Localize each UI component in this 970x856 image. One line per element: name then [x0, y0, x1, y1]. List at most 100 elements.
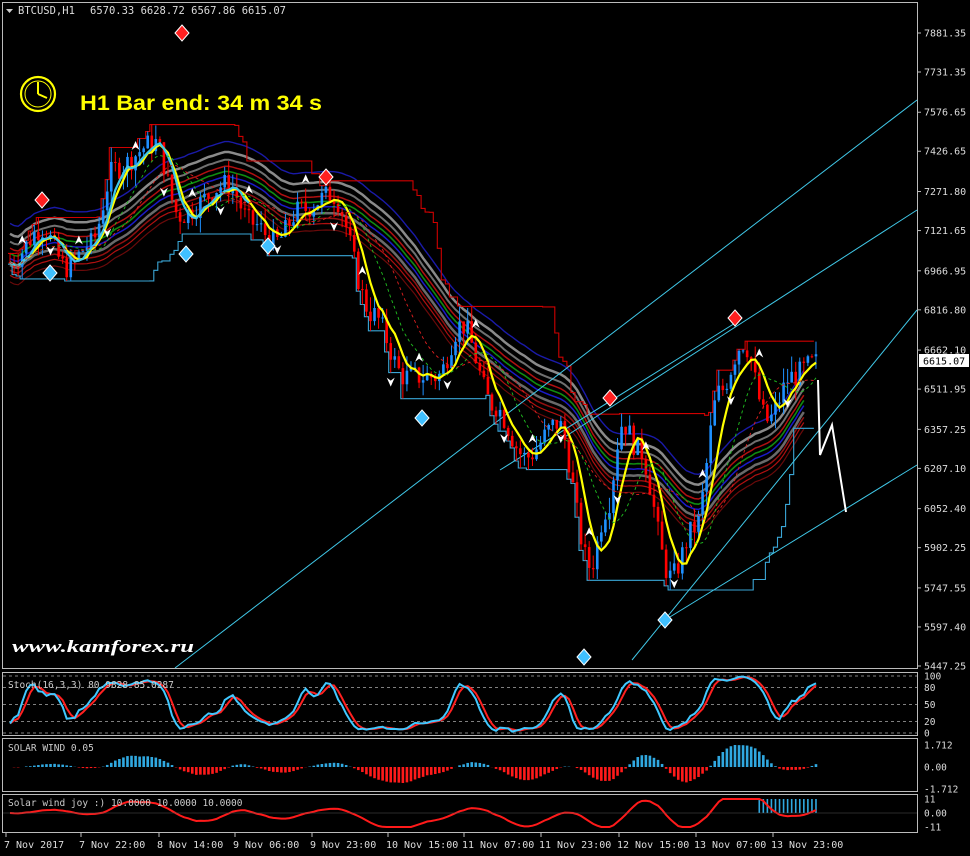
candle-body	[753, 361, 757, 373]
candle-body	[288, 220, 291, 226]
candle-body	[16, 266, 20, 268]
candle-body	[802, 361, 806, 363]
bar-timer-label: H1 Bar end: 34 m 34 s	[80, 92, 322, 115]
candle-body	[624, 426, 627, 435]
candle-body	[656, 506, 660, 522]
time-tick-label: 10 Nov 15:00	[386, 840, 458, 851]
candle-body	[243, 208, 247, 210]
candle-body	[648, 474, 652, 495]
candle-body	[33, 232, 36, 246]
candle-body	[770, 414, 773, 422]
candle-body	[81, 250, 85, 252]
candle-body	[389, 343, 393, 360]
time-tick-label: 13 Nov 23:00	[771, 840, 843, 851]
candle-body	[65, 258, 69, 278]
candle-body	[446, 364, 449, 369]
candle-body	[676, 563, 680, 574]
candle-body	[628, 425, 631, 435]
solar-level-label: 1.712	[924, 741, 953, 752]
candle-body	[555, 419, 559, 429]
candle-body	[814, 354, 818, 357]
candle-body	[138, 152, 141, 157]
time-tick-label: 9 Nov 06:00	[233, 840, 299, 851]
candle-body	[296, 201, 299, 223]
candle-body	[101, 210, 105, 224]
candle-body	[458, 321, 461, 342]
candle-body	[571, 472, 575, 483]
stoch-level-label: 80	[924, 683, 936, 694]
candle-body	[757, 372, 761, 400]
chart-header[interactable]: BTCUSD,H1 6570.33 6628.72 6567.86 6615.0…	[6, 5, 286, 17]
price-tick-label: 7271.80	[924, 187, 966, 198]
candle-body	[462, 321, 465, 334]
candle-body	[280, 236, 283, 238]
candle-body	[664, 549, 668, 578]
candle-body	[806, 356, 810, 363]
time-tick-label: 13 Nov 07:00	[694, 840, 766, 851]
candle-body	[551, 419, 555, 426]
candle-body	[514, 446, 518, 449]
candle-body	[689, 521, 692, 548]
candle-body	[575, 482, 579, 503]
candle-body	[223, 175, 226, 188]
candle-body	[506, 427, 510, 436]
candle-body	[591, 567, 595, 570]
candle-body	[729, 374, 733, 389]
candle-body	[182, 221, 186, 223]
candle-body	[810, 356, 814, 358]
candle-body	[547, 425, 550, 430]
candle-body	[502, 409, 506, 428]
candle-body	[745, 350, 749, 358]
candle-body	[539, 442, 542, 450]
candle-body	[482, 370, 486, 378]
candle-body	[324, 186, 328, 193]
candle-body	[713, 400, 717, 426]
candle-body	[733, 364, 737, 375]
candle-body	[255, 224, 259, 226]
trading-chart[interactable]: BTCUSD,H1 6570.33 6628.72 6567.86 6615.0…	[0, 0, 970, 856]
candle-body	[405, 370, 409, 385]
candle-body	[778, 402, 781, 404]
price-tick-label: 5597.40	[924, 622, 966, 633]
time-tick-label: 9 Nov 23:00	[310, 840, 376, 851]
candle-body	[652, 494, 656, 507]
candle-body	[114, 161, 117, 163]
candle-body	[259, 223, 263, 225]
time-tick-label: 11 Nov 23:00	[539, 840, 611, 851]
candle-body	[118, 162, 121, 179]
price-tick-label: 6511.95	[924, 385, 966, 396]
candle-body	[292, 222, 295, 226]
price-tick-label: 5747.55	[924, 583, 966, 594]
candle-body	[442, 364, 445, 374]
candle-body	[766, 404, 769, 422]
candle-body	[466, 321, 469, 334]
candle-body	[377, 307, 380, 318]
candle-body	[93, 233, 97, 238]
candle-body	[105, 191, 109, 211]
stoch-level-label: 0	[924, 729, 930, 740]
stoch-level-label: 20	[924, 717, 936, 728]
time-tick-label: 7 Nov 22:00	[79, 840, 145, 851]
candle-body	[174, 199, 178, 213]
candle-body	[247, 208, 251, 211]
candle-body	[531, 457, 534, 460]
candle-body	[717, 385, 721, 401]
candle-body	[397, 356, 401, 369]
price-tick-label: 5902.25	[924, 543, 966, 554]
candle-body	[454, 341, 457, 356]
price-tick-label: 7731.35	[924, 68, 966, 79]
candle-body	[348, 227, 352, 236]
candle-body	[762, 399, 765, 405]
price-tick-label: 6052.40	[924, 504, 966, 515]
time-tick-label: 12 Nov 15:00	[617, 840, 689, 851]
candle-body	[401, 368, 405, 385]
price-tick-label: 6207.10	[924, 464, 966, 475]
candle-body	[721, 385, 725, 391]
candle-body	[37, 232, 40, 241]
candle-body	[490, 394, 494, 411]
candle-body	[28, 241, 32, 246]
candle-body	[737, 350, 741, 365]
candle-body	[685, 547, 688, 549]
watermark-text: www.kamforex.ru	[12, 637, 194, 656]
candle-body	[239, 197, 243, 209]
